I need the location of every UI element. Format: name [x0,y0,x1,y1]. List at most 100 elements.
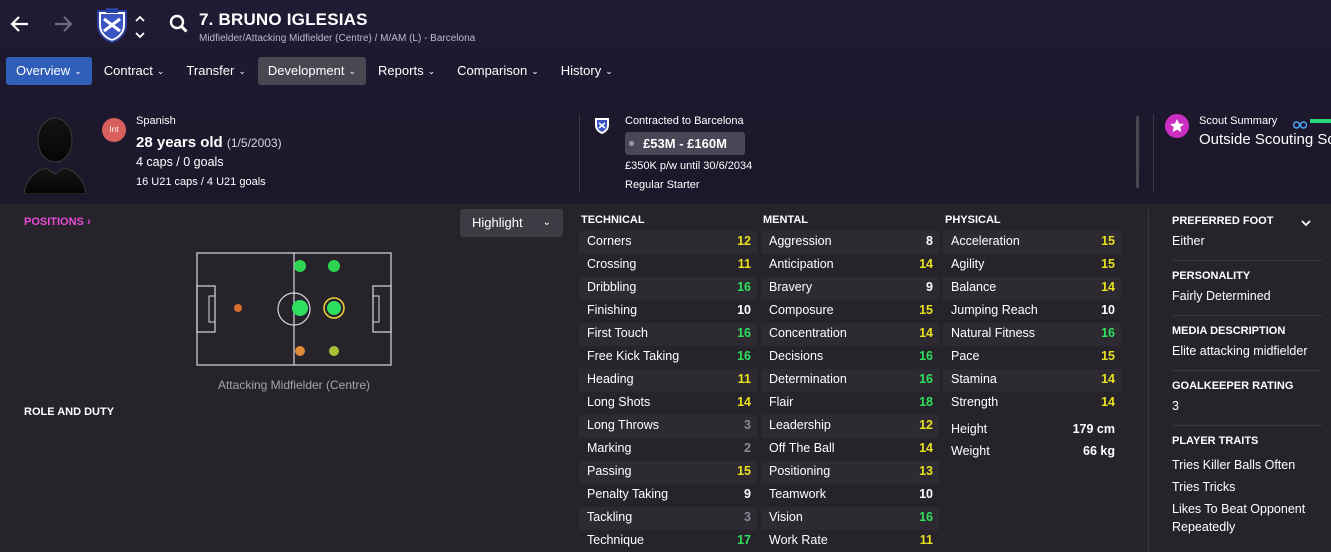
attribute-value: 14 [1101,280,1115,294]
transfer-value-badge[interactable]: £53M - £160M [625,132,745,155]
media-description-value: Elite attacking midfielder [1172,344,1308,358]
header-scrollbar[interactable] [1136,116,1139,188]
attribute-row[interactable]: Determination 16 [761,369,939,392]
attribute-value: 12 [737,234,751,248]
attribute-name: Balance [951,280,997,294]
personality-block: PERSONALITY Fairly Determined [1172,270,1322,305]
highlight-dropdown[interactable]: Highlight ⌄ [460,209,563,237]
attribute-value: 10 [1101,303,1115,317]
tab-reports[interactable]: Reports ⌄ [368,57,445,85]
attribute-value: 10 [919,487,933,501]
attribute-row[interactable]: Leadership 12 [761,415,939,438]
attribute-row[interactable]: Concentration 14 [761,323,939,346]
chevron-down-icon: ⌄ [348,66,357,76]
tab-contract[interactable]: Contract ⌄ [94,57,175,85]
attribute-row[interactable]: Pace 15 [943,346,1121,369]
attribute-row[interactable]: Acceleration 15 [943,231,1121,254]
attribute-row[interactable]: Corners 12 [579,231,757,254]
club-crest-icon[interactable] [95,8,129,44]
positions-link[interactable]: POSITIONS › [24,216,91,228]
attribute-row[interactable]: Stamina 14 [943,369,1121,392]
attribute-name: Concentration [769,326,847,340]
attribute-row[interactable]: Aggression 8 [761,231,939,254]
attribute-name: Anticipation [769,257,834,271]
player-switch-chevrons-icon[interactable] [133,12,147,42]
attribute-row[interactable]: Long Throws 3 [579,415,757,438]
attribute-name: Flair [769,395,794,409]
tab-development[interactable]: Development ⌄ [257,57,367,85]
attribute-row[interactable]: Teamwork 10 [761,484,939,507]
positions-pitch[interactable] [196,252,392,366]
position-dot [329,346,339,356]
attribute-row[interactable]: Flair 18 [761,392,939,415]
attribute-row[interactable]: Bravery 9 [761,277,939,300]
chevron-down-icon: ⌄ [238,66,246,76]
header-divider [1153,114,1154,192]
attribute-value: 15 [1101,349,1115,363]
tab-overview[interactable]: Overview ⌄ [6,57,92,85]
attribute-value: 16 [919,510,933,524]
attribute-row[interactable]: Off The Ball 14 [761,438,939,461]
attribute-row[interactable]: Strength 14 [943,392,1121,415]
attribute-row[interactable]: Composure 15 [761,300,939,323]
attribute-row[interactable]: Penalty Taking 9 [579,484,757,507]
attribute-name: Teamwork [769,487,826,501]
search-icon[interactable] [168,13,190,35]
back-arrow-icon[interactable] [8,12,34,40]
weight-row: Weight 66 kg [943,440,1121,462]
attribute-value: 16 [1101,326,1115,340]
forward-arrow-icon[interactable] [51,12,77,40]
divider [1172,370,1322,371]
attribute-value: 11 [919,533,933,547]
tab-label: Comparison [457,63,528,78]
tab-transfer[interactable]: Transfer ⌄ [176,57,255,85]
divider [1172,425,1322,426]
attribute-row[interactable]: First Touch 16 [579,323,757,346]
attribute-value: 16 [737,326,751,340]
scout-progress-bar [1310,119,1331,123]
attribute-row[interactable]: Technique 17 [579,530,757,552]
attribute-row[interactable]: Natural Fitness 16 [943,323,1121,346]
player-name-title: 7. BRUNO IGLESIAS [199,10,368,29]
attribute-row[interactable]: Decisions 16 [761,346,939,369]
attribute-name: Tackling [587,510,633,524]
attribute-row[interactable]: Marking 2 [579,438,757,461]
attribute-row[interactable]: Positioning 13 [761,461,939,484]
player-avatar-silhouette [22,112,88,195]
attribute-name: Decisions [769,349,824,363]
attribute-row[interactable]: Anticipation 14 [761,254,939,277]
international-badge[interactable]: Int [102,118,126,142]
tab-label: Overview [16,63,71,78]
attribute-row[interactable]: Agility 15 [943,254,1121,277]
tab-history[interactable]: History ⌄ [551,57,623,85]
attribute-value: 13 [919,464,933,478]
goalkeeper-rating-heading: GOALKEEPER RATING [1172,380,1294,392]
attribute-name: Work Rate [769,533,828,547]
attribute-row[interactable]: Tackling 3 [579,507,757,530]
date-of-birth: (1/5/2003) [226,136,282,150]
attribute-row[interactable]: Balance 14 [943,277,1121,300]
age-line: 28 years old (1/5/2003) [136,134,282,151]
position-dot [328,260,340,272]
attribute-name: Leadership [769,418,831,432]
attribute-row[interactable]: Heading 11 [579,369,757,392]
attribute-row[interactable]: Work Rate 11 [761,530,939,552]
attribute-row[interactable]: Crossing 11 [579,254,757,277]
attribute-value: 11 [737,372,751,386]
player-trait[interactable]: Tries Killer Balls Often [1172,456,1322,474]
attribute-row[interactable]: Finishing 10 [579,300,757,323]
divider [1172,315,1322,316]
player-trait[interactable]: Likes To Beat Opponent Repeatedly [1172,500,1322,536]
attribute-row[interactable]: Dribbling 16 [579,277,757,300]
attribute-row[interactable]: Jumping Reach 10 [943,300,1121,323]
attribute-row[interactable]: Passing 15 [579,461,757,484]
goalkeeper-rating-block: GOALKEEPER RATING 3 [1172,380,1322,415]
tab-comparison[interactable]: Comparison ⌄ [447,57,549,85]
attribute-row[interactable]: Long Shots 14 [579,392,757,415]
attribute-row[interactable]: Free Kick Taking 16 [579,346,757,369]
player-trait[interactable]: Tries Tricks [1172,478,1322,496]
chevron-down-icon[interactable] [1300,217,1312,231]
attribute-value: 14 [737,395,751,409]
profile-tabs: Overview ⌄ Contract ⌄ Transfer ⌄ Developmen… [6,57,625,85]
attribute-row[interactable]: Vision 16 [761,507,939,530]
